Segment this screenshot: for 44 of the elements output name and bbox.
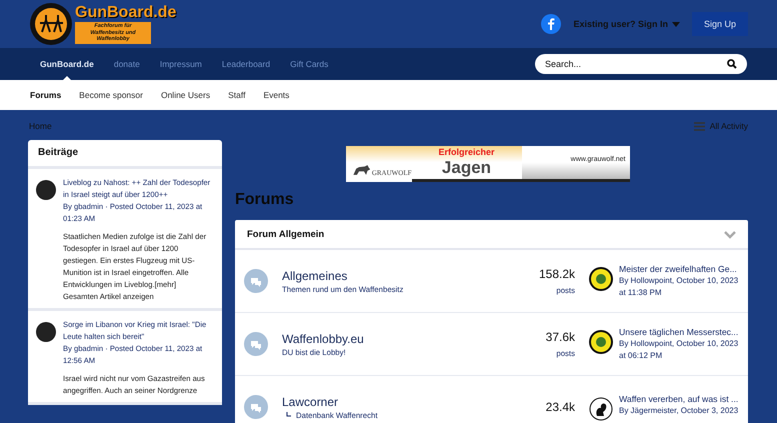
sub-nav-tab[interactable]: Become sponsor	[70, 90, 152, 100]
search-icon[interactable]	[727, 59, 737, 69]
squirrel-avatar-icon	[589, 396, 613, 420]
forum-name-link[interactable]: Lawcorner	[282, 394, 505, 408]
forum-name-link[interactable]: Allgemeines	[282, 268, 505, 282]
post-count: 158.2k	[538, 267, 575, 281]
last-post-meta: By Jägermeister, October 3, 2023	[619, 405, 738, 416]
search-field[interactable]: Search...	[535, 54, 747, 74]
logo-title: GunBoard.de	[75, 4, 176, 22]
badge-avatar-icon	[589, 266, 613, 291]
page-title: Forums	[235, 191, 295, 209]
forum-name-link[interactable]: Waffenlobby.eu	[282, 332, 505, 346]
sub-nav-tab[interactable]: Online Users	[152, 90, 220, 100]
post-count: 23.4k	[546, 400, 575, 414]
caret-icon	[672, 22, 680, 26]
banner-headline: Erfolgreicher	[438, 146, 495, 158]
chat-bubble-icon	[244, 332, 268, 356]
sign-up-button[interactable]: Sign Up	[692, 12, 748, 36]
facebook-icon[interactable]	[541, 14, 562, 34]
last-post-meta: By Hollowpoint, October 10, 2023 at 06:12 PM	[619, 338, 739, 362]
nav-tab[interactable]: donate	[104, 48, 150, 80]
nav-tab[interactable]: GunBoard.de	[30, 48, 104, 80]
chat-bubble-icon	[244, 395, 268, 419]
chat-bubble-icon	[244, 269, 268, 293]
sub-nav-tab[interactable]: Forums	[21, 90, 70, 100]
post-count: 37.6k	[546, 330, 575, 344]
nav-tab[interactable]: Impressum	[150, 48, 212, 80]
banner-word: Jagen	[442, 158, 492, 178]
last-post-link[interactable]: Waffen vererben, auf was ist ...	[619, 394, 738, 405]
last-post-link[interactable]: Unsere täglichen Messerstec...	[619, 326, 739, 338]
list-icon	[694, 122, 705, 130]
avatar-icon	[36, 180, 56, 200]
sidebar-title: Beiträge	[28, 140, 222, 169]
nav-tab[interactable]: Gift Cards	[280, 48, 338, 80]
archer-emblem-icon	[29, 2, 73, 46]
sub-nav-tab[interactable]: Staff	[219, 90, 254, 100]
last-post-meta: By Hollowpoint, October 10, 2023 at 11:38 PM	[619, 275, 739, 298]
category-title: Forum Allgemein	[247, 229, 324, 240]
avatar-icon	[36, 322, 56, 342]
last-post-link[interactable]: Meister der zweifelhaften Ge...	[619, 264, 739, 276]
badge-avatar-icon	[589, 330, 613, 354]
wolf-icon	[352, 163, 370, 177]
nav-tab[interactable]: Leaderboard	[212, 48, 280, 80]
sub-nav-tab[interactable]: Events	[254, 90, 298, 100]
